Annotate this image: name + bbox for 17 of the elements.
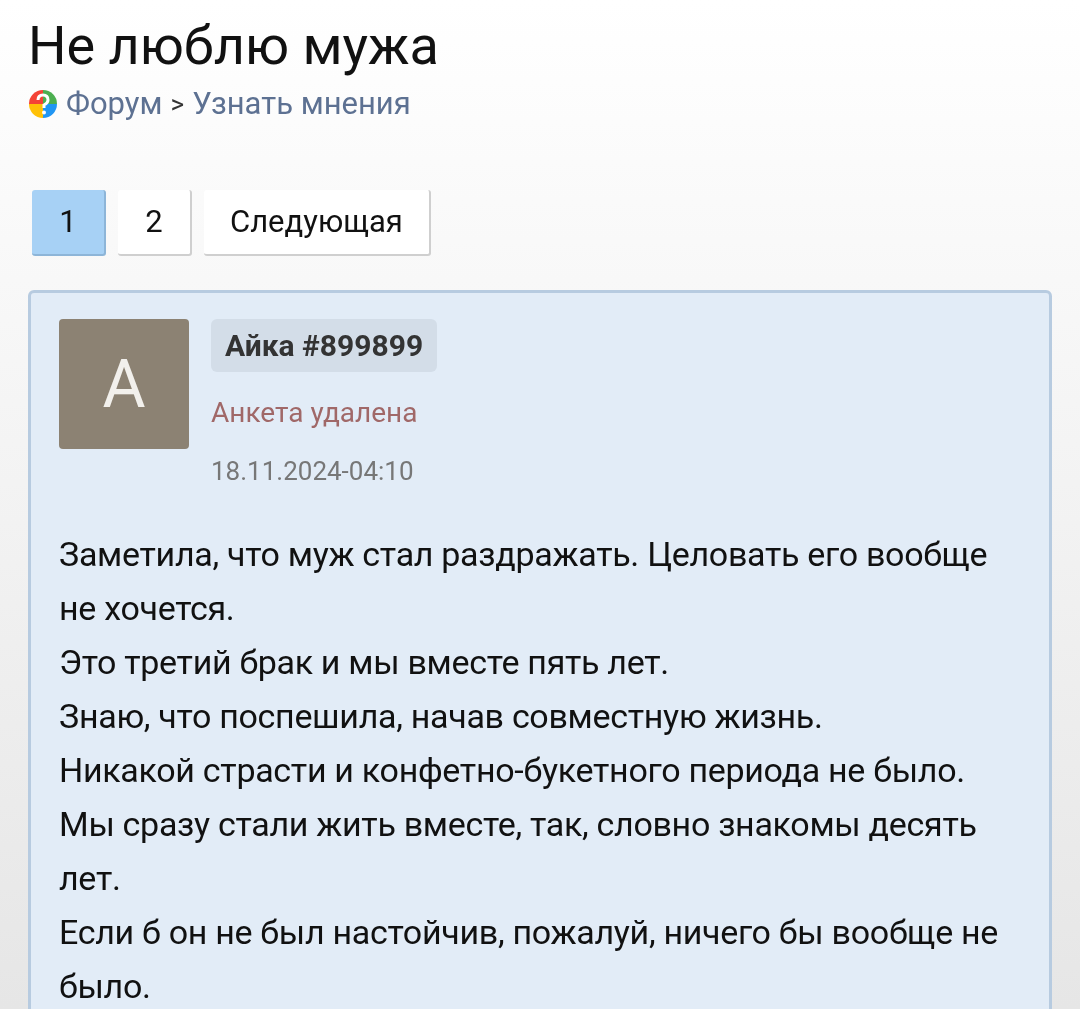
breadcrumb-link[interactable]: Форум (66, 84, 163, 124)
forum-icon (28, 89, 58, 119)
page-button[interactable]: 1 (32, 190, 106, 256)
post-date: 18.11.2024-04:10 (211, 455, 414, 488)
breadcrumb-link[interactable]: Узнать мнения (192, 84, 411, 124)
page-title: Не люблю мужа (28, 13, 440, 79)
page-button[interactable]: 2 (118, 190, 192, 256)
post-paragraph: Это третий брак и мы вместе пять лет. (59, 641, 670, 684)
avatar: А (59, 319, 189, 449)
profile-status: Анкета удалена (211, 395, 418, 431)
post-paragraph: Знаю, что поспешила, начав совместную жизнь. (59, 695, 824, 738)
post-paragraph: Никакой страсти и конфетно-букетного периода не было. Мы сразу стали жить вместе, так, словно знакомы десять лет. (59, 749, 978, 900)
post-paragraph: Если б он не был настойчив, пожалуй, ничего бы вообще не было. (59, 911, 1000, 1008)
page-button[interactable]: Следующая (204, 190, 431, 256)
author-name[interactable]: Айка #899899 (211, 319, 438, 372)
post-paragraph: Заметила, что муж стал раздражать. Целовать его вообще не хочется. (59, 533, 989, 630)
breadcrumb-separator: > (170, 88, 185, 121)
